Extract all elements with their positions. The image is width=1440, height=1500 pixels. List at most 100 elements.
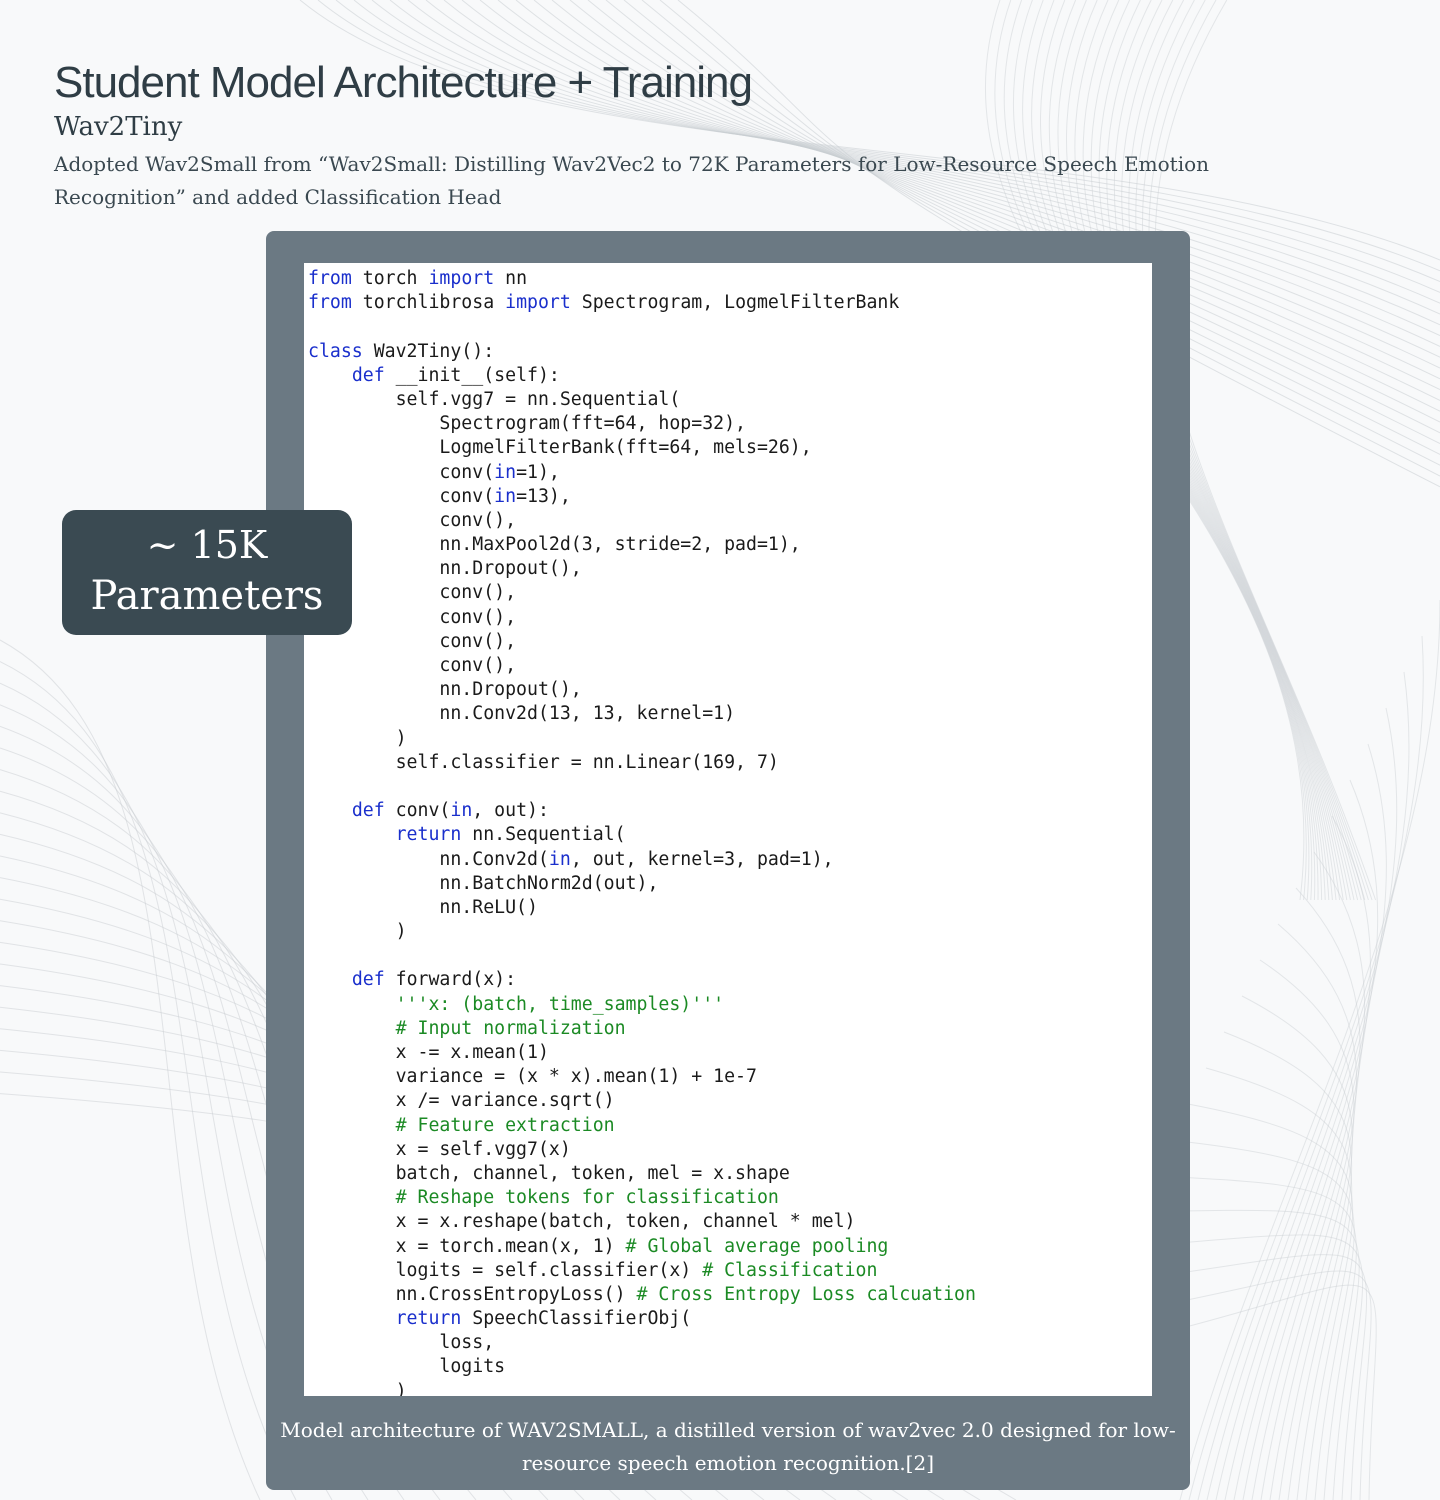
code-text: nn.Sequential( xyxy=(461,824,626,846)
code-text: logits xyxy=(308,1356,506,1378)
code-text: nn.MaxPool2d(3, stride=2, pad=1), xyxy=(308,534,801,556)
code-comment: # Cross Entropy Loss calcuation xyxy=(636,1283,976,1305)
code-keyword: in xyxy=(548,848,571,870)
code-text: ) xyxy=(308,921,407,943)
code-text: nn.Conv2d( xyxy=(308,848,549,870)
code-line: nn.ReLU() xyxy=(308,896,1152,920)
code-line: nn.MaxPool2d(3, stride=2, pad=1), xyxy=(308,533,1152,557)
code-text: x = x.reshape(batch, token, channel * me… xyxy=(308,1211,856,1233)
code-text: x = torch.mean(x, 1) xyxy=(308,1235,626,1257)
code-text: nn.Conv2d(13, 13, kernel=1) xyxy=(308,703,736,725)
code-comment: # Classification xyxy=(702,1259,878,1281)
code-keyword: def xyxy=(351,364,385,386)
code-line: nn.Dropout(), xyxy=(308,678,1152,702)
code-line: nn.Dropout(), xyxy=(308,557,1152,581)
code-line: def __init__(self): xyxy=(308,364,1152,388)
code-line: '''x: (batch, time_samples)''' xyxy=(308,993,1152,1017)
code-line: x = x.reshape(batch, token, channel * me… xyxy=(308,1210,1152,1234)
model-description: Adopted Wav2Small from “Wav2Small: Disti… xyxy=(54,152,1210,209)
code-line: ) xyxy=(308,920,1152,944)
code-text: conv( xyxy=(308,485,495,507)
code-text: ) xyxy=(308,727,407,749)
code-line: # Feature extraction xyxy=(308,1114,1152,1138)
code-text: conv(), xyxy=(308,655,517,676)
code-line: logits = self.classifier(x) # Classifica… xyxy=(308,1259,1152,1283)
code-line: x = torch.mean(x, 1) # Global average po… xyxy=(308,1235,1152,1259)
code-line: def forward(x): xyxy=(308,968,1152,992)
code-line: self.classifier = nn.Linear(169, 7) xyxy=(308,751,1152,775)
code-comment: # Reshape tokens for classification xyxy=(395,1187,779,1209)
code-line: nn.CrossEntropyLoss() # Cross Entropy Lo… xyxy=(308,1283,1152,1307)
code-text: LogmelFilterBank(fft=64, mels=26), xyxy=(308,437,812,459)
code-line: from torchlibrosa import Spectrogram, Lo… xyxy=(308,291,1152,315)
code-text: , out): xyxy=(472,800,549,822)
code-text: nn.ReLU() xyxy=(308,896,538,918)
code-text: Spectrogram(fft=64, hop=32), xyxy=(308,413,746,435)
code-text: nn.Dropout(), xyxy=(308,679,582,701)
code-text: conv( xyxy=(308,461,495,483)
code-text: SpeechClassifierObj( xyxy=(461,1308,692,1330)
code-line: conv(in=1), xyxy=(308,461,1152,485)
code-keyword: in xyxy=(494,461,517,483)
code-line: ) xyxy=(308,1380,1152,1396)
code-line: self.vgg7 = nn.Sequential( xyxy=(308,388,1152,412)
code-text: x = self.vgg7(x) xyxy=(308,1138,571,1160)
code-keyword: in xyxy=(450,800,473,822)
code-line: x /= variance.sqrt() xyxy=(308,1089,1152,1113)
code-keyword: import xyxy=(505,292,571,314)
code-text: variance = (x * x).mean(1) + 1e-7 xyxy=(308,1066,757,1088)
code-keyword: return xyxy=(395,824,462,846)
page-title: Student Model Architecture + Training xyxy=(54,58,753,107)
code-line: conv(), xyxy=(308,654,1152,678)
code-line: ) xyxy=(308,727,1152,751)
code-text: nn.CrossEntropyLoss() xyxy=(308,1283,637,1305)
code-line: batch, channel, token, mel = x.shape xyxy=(308,1162,1152,1186)
parameter-count-badge: ~ 15K Parameters xyxy=(62,510,352,635)
code-text: self.vgg7 = nn.Sequential( xyxy=(308,388,681,410)
code-text: batch, channel, token, mel = x.shape xyxy=(308,1162,790,1184)
code-line: def conv(in, out): xyxy=(308,799,1152,823)
code-text: torchlibrosa xyxy=(351,292,506,314)
code-line: logits xyxy=(308,1355,1152,1379)
code-line: nn.Conv2d(13, 13, kernel=1) xyxy=(308,702,1152,726)
code-keyword: def xyxy=(351,969,385,991)
parameter-count-value: ~ 15K xyxy=(146,523,268,567)
code-line: nn.Conv2d(in, out, kernel=3, pad=1), xyxy=(308,848,1152,872)
code-text: forward(x): xyxy=(384,969,517,991)
code-text: nn xyxy=(494,268,528,289)
code-line: conv(), xyxy=(308,581,1152,605)
code-line: x -= x.mean(1) xyxy=(308,1041,1152,1065)
code-comment: # Feature extraction xyxy=(395,1114,615,1136)
code-line: return nn.Sequential( xyxy=(308,823,1152,847)
code-text: , out, kernel=3, pad=1), xyxy=(570,848,834,870)
code-line: Spectrogram(fft=64, hop=32), xyxy=(308,412,1152,436)
code-comment: '''x: (batch, time_samples)''' xyxy=(395,993,725,1015)
code-keyword: def xyxy=(351,800,385,822)
code-text: Wav2Tiny(): xyxy=(362,340,495,362)
code-text: self.classifier = nn.Linear(169, 7) xyxy=(308,751,779,773)
code-line: from torch import nn xyxy=(308,267,1152,291)
code-text: loss, xyxy=(308,1332,495,1354)
code-line: return SpeechClassifierObj( xyxy=(308,1307,1152,1331)
code-line: conv(), xyxy=(308,630,1152,654)
figure-caption: Model architecture of WAV2SMALL, a disti… xyxy=(280,1418,1176,1475)
code-text: logits = self.classifier(x) xyxy=(308,1259,703,1281)
code-text: conv( xyxy=(384,800,451,822)
code-line: class Wav2Tiny(): xyxy=(308,340,1152,364)
code-text: x /= variance.sqrt() xyxy=(308,1090,615,1112)
code-text: =13), xyxy=(516,485,571,507)
code-line: # Input normalization xyxy=(308,1017,1152,1041)
code-keyword: in xyxy=(494,485,517,507)
code-line: x = self.vgg7(x) xyxy=(308,1138,1152,1162)
